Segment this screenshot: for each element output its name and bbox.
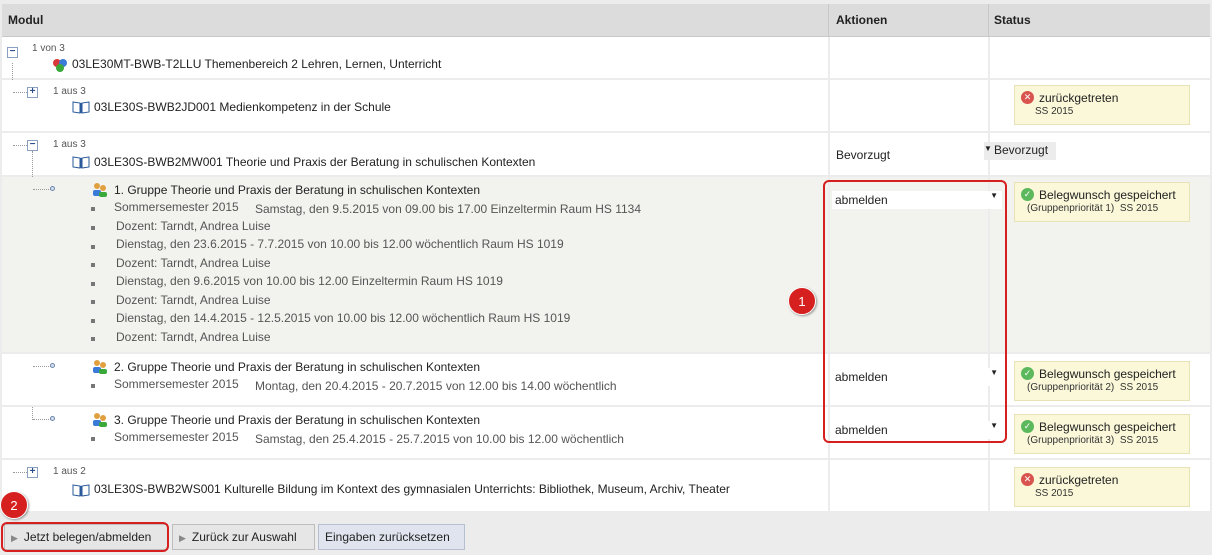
schedule-line: Dienstag, den 14.4.2015 - 12.5.2015 von … xyxy=(116,311,571,325)
module-count: 1 aus 3 xyxy=(53,86,86,97)
status-badge: ✓ Belegwunsch gespeichert (Gruppenpriori… xyxy=(1014,361,1190,401)
status-semester: SS 2015 xyxy=(1035,106,1074,117)
priority-select[interactable]: ▼ Bevorzugt xyxy=(984,142,1056,160)
module-group-icon xyxy=(53,59,67,72)
schedule-line: Dienstag, den 9.6.2015 von 10.00 bis 12.… xyxy=(116,274,503,288)
error-icon: ✕ xyxy=(1021,473,1034,486)
group-icon xyxy=(93,183,107,197)
check-icon: ✓ xyxy=(1021,188,1034,201)
check-icon: ✓ xyxy=(1021,367,1034,380)
status-detail: (Gruppenpriorität 2) SS 2015 xyxy=(1027,382,1159,393)
module-title: 03LE30S-BWB2WS001 Kulturelle Bildung im … xyxy=(94,482,730,496)
expand-icon[interactable]: + xyxy=(27,467,38,478)
schedule-line: Dozent: Tarndt, Andrea Luise xyxy=(116,256,271,270)
annotation-box-actions xyxy=(823,180,1007,443)
status-badge: ✓ Belegwunsch gespeichert (Gruppenpriori… xyxy=(1014,414,1190,454)
collapse-icon[interactable]: − xyxy=(7,47,18,58)
root-count: 1 von 3 xyxy=(32,43,65,54)
status-text: Belegwunsch gespeichert xyxy=(1039,188,1176,202)
back-button[interactable]: ▶ Zurück zur Auswahl xyxy=(172,524,315,550)
module-row-medienkompetenz: + 1 aus 3 03LE30S-BWB2JD001 Medienkompet… xyxy=(2,80,1210,133)
module-count: 1 aus 2 xyxy=(53,466,86,477)
annotation-box-submit xyxy=(1,522,169,552)
header-aktionen: Aktionen xyxy=(836,13,888,27)
root-row: − 1 von 3 03LE30MT-BWB-T2LLU Themenberei… xyxy=(2,37,1210,80)
schedule-line: Samstag, den 25.4.2015 - 25.7.2015 von 1… xyxy=(255,432,624,446)
collapse-icon[interactable]: − xyxy=(27,140,38,151)
schedule-line: Dienstag, den 23.6.2015 - 7.7.2015 von 1… xyxy=(116,237,564,251)
group-icon xyxy=(93,413,107,427)
status-detail: (Gruppenpriorität 1) SS 2015 xyxy=(1027,203,1159,214)
schedule-line: Dozent: Tarndt, Andrea Luise xyxy=(116,219,271,233)
chevron-down-icon: ▼ xyxy=(984,144,992,153)
semester: Sommersemester 2015 xyxy=(114,200,239,214)
schedule-line: Dozent: Tarndt, Andrea Luise xyxy=(116,330,271,344)
root-title: 03LE30MT-BWB-T2LLU Themenbereich 2 Lehre… xyxy=(72,57,442,71)
semester: Sommersemester 2015 xyxy=(114,377,239,391)
table-header: Modul Aktionen Status xyxy=(2,4,1210,37)
group-row-3: 3. Gruppe Theorie und Praxis der Beratun… xyxy=(2,407,1210,460)
check-icon: ✓ xyxy=(1021,420,1034,433)
header-status: Status xyxy=(994,13,1031,27)
header-modul: Modul xyxy=(8,13,44,27)
status-text: zurückgetreten xyxy=(1039,473,1119,487)
status-badge: ✓ Belegwunsch gespeichert (Gruppenpriori… xyxy=(1014,182,1190,222)
status-semester: SS 2015 xyxy=(1035,488,1074,499)
annotation-badge-2: 2 xyxy=(0,491,28,519)
status-text: zurückgetreten xyxy=(1039,91,1119,105)
status-badge: ✕ zurückgetreten SS 2015 xyxy=(1014,85,1190,125)
semester: Sommersemester 2015 xyxy=(114,430,239,444)
play-icon: ▶ xyxy=(179,533,186,543)
reset-button[interactable]: Eingaben zurücksetzen xyxy=(318,524,465,550)
module-row-kulturelle-bildung: + 1 aus 2 03LE30S-BWB2WS001 Kulturelle B… xyxy=(2,460,1210,513)
status-text: Belegwunsch gespeichert xyxy=(1039,367,1176,381)
group-row-2: 2. Gruppe Theorie und Praxis der Beratun… xyxy=(2,354,1210,407)
group-title: 1. Gruppe Theorie und Praxis der Beratun… xyxy=(114,183,480,197)
group-icon xyxy=(93,360,107,374)
group-title: 2. Gruppe Theorie und Praxis der Beratun… xyxy=(114,360,480,374)
schedule-line: Samstag, den 9.5.2015 von 09.00 bis 17.0… xyxy=(255,202,642,216)
status-text: Belegwunsch gespeichert xyxy=(1039,420,1176,434)
book-icon xyxy=(72,156,90,169)
book-icon xyxy=(72,101,90,114)
book-icon xyxy=(72,484,90,497)
preference-label: Bevorzugt xyxy=(836,148,891,162)
status-badge: ✕ zurückgetreten SS 2015 xyxy=(1014,467,1190,507)
group-row-1: 1. Gruppe Theorie und Praxis der Beratun… xyxy=(2,177,1210,354)
status-detail: (Gruppenpriorität 3) SS 2015 xyxy=(1027,435,1159,446)
schedule-line: Dozent: Tarndt, Andrea Luise xyxy=(116,293,271,307)
error-icon: ✕ xyxy=(1021,91,1034,104)
module-row-beratung: − 1 aus 3 03LE30S-BWB2MW001 Theorie und … xyxy=(2,133,1210,177)
module-count: 1 aus 3 xyxy=(53,139,86,150)
module-title: 03LE30S-BWB2MW001 Theorie und Praxis der… xyxy=(94,155,536,169)
group-title: 3. Gruppe Theorie und Praxis der Beratun… xyxy=(114,413,480,427)
schedule-line: Montag, den 20.4.2015 - 20.7.2015 von 12… xyxy=(255,379,617,393)
annotation-badge-1: 1 xyxy=(788,287,816,315)
module-title: 03LE30S-BWB2JD001 Medienkompetenz in der… xyxy=(94,100,391,114)
expand-icon[interactable]: + xyxy=(27,87,38,98)
